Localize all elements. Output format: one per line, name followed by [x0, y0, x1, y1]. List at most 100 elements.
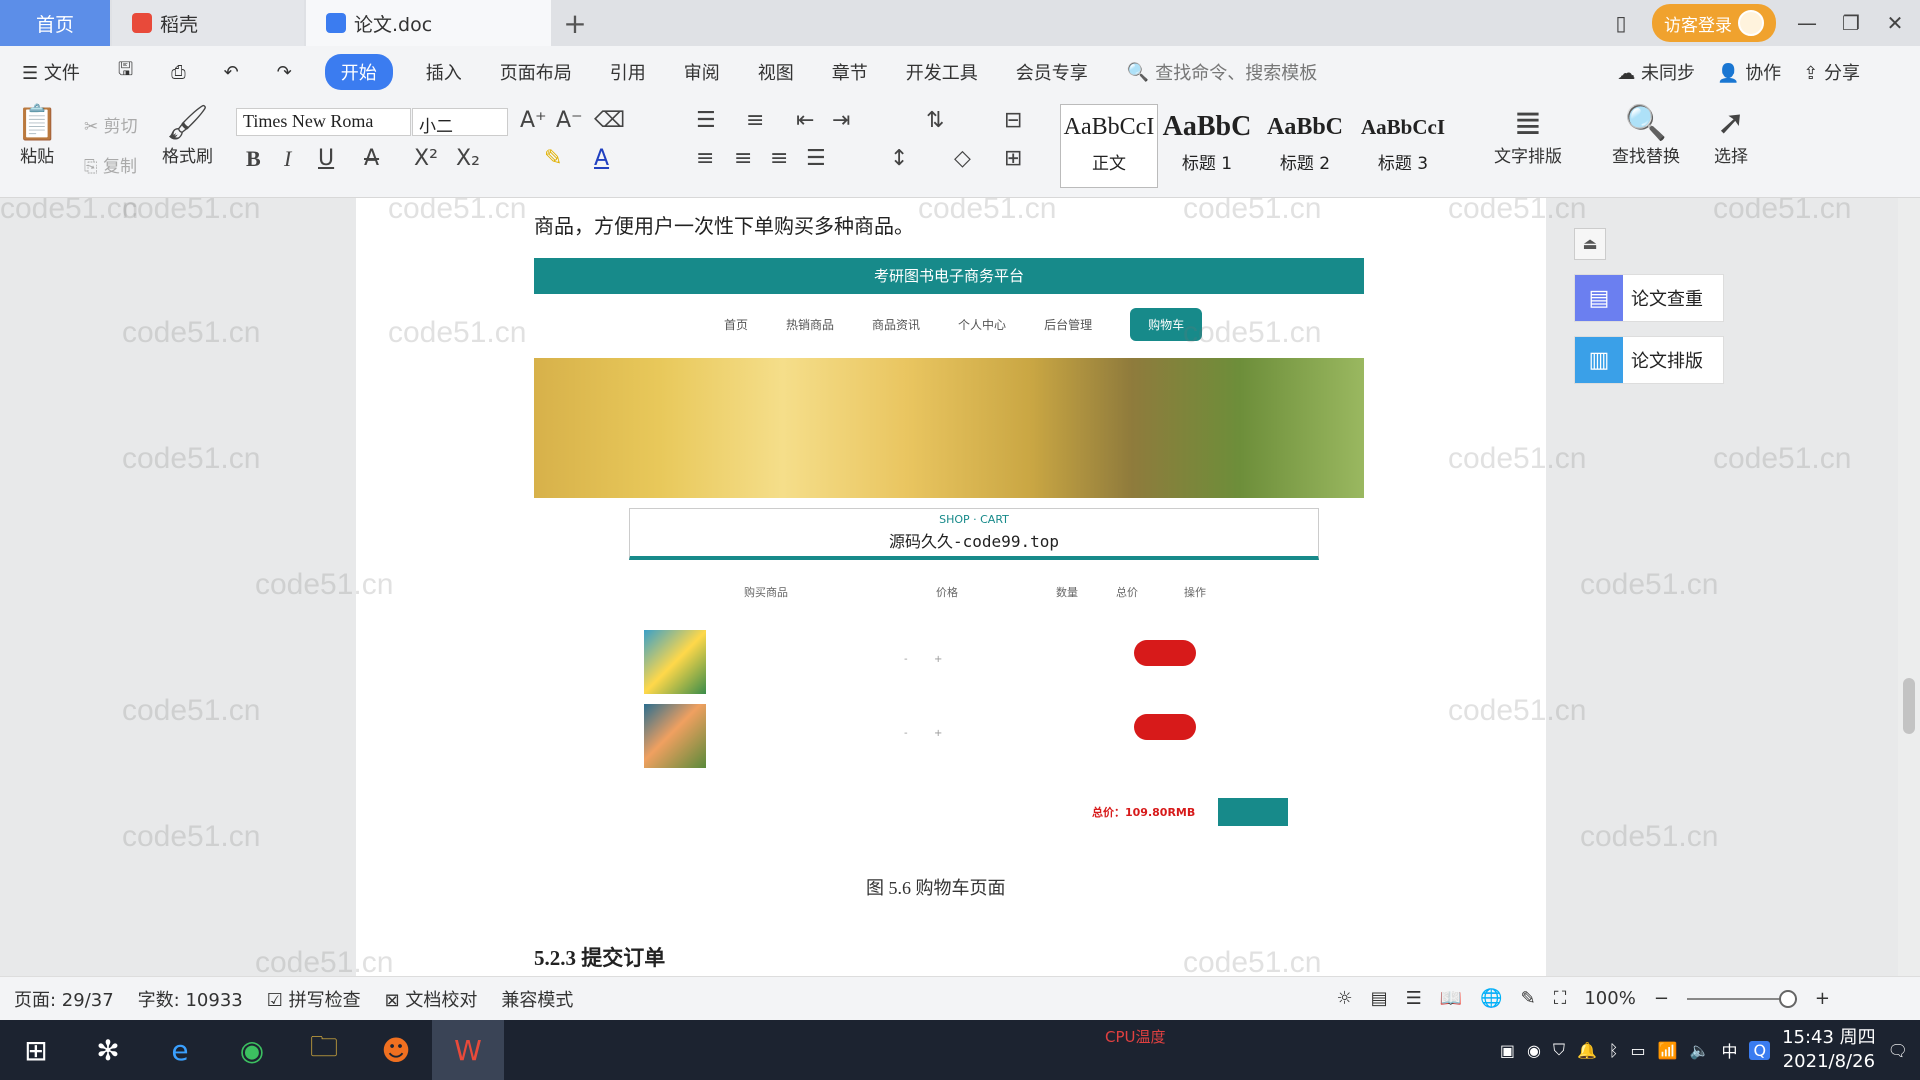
tab-daoke[interactable]: 稻壳 — [112, 0, 304, 46]
paper-check-button[interactable]: ▤ 论文查重 — [1574, 274, 1724, 322]
style-normal[interactable]: AaBbCcI 正文 — [1060, 104, 1158, 188]
vertical-scrollbar[interactable] — [1898, 198, 1920, 976]
underline-icon[interactable]: U — [318, 146, 334, 171]
menu-page-layout[interactable]: 页面布局 — [481, 59, 591, 85]
zoom-slider[interactable] — [1686, 989, 1797, 1008]
notification-center-icon[interactable]: 🗨 — [1888, 1041, 1908, 1060]
menu-references[interactable]: 引用 — [591, 59, 665, 85]
proofread-button[interactable]: ⊠ 文档校对 — [385, 986, 478, 1012]
eye-protection-icon[interactable]: ☼ — [1337, 988, 1353, 1009]
scrollbar-thumb[interactable] — [1903, 678, 1915, 734]
align-right-icon[interactable]: ≡ — [770, 146, 788, 171]
sort-icon[interactable]: ⇅ — [926, 108, 944, 133]
wps-icon[interactable]: W — [432, 1020, 504, 1080]
app-icon[interactable]: ☻ — [360, 1020, 432, 1080]
layout-toggle-icon[interactable]: ▯ — [1608, 11, 1634, 35]
volume-icon[interactable]: 🔈 — [1690, 1041, 1710, 1060]
indent-icon[interactable]: ⇥ — [832, 108, 850, 133]
style-heading3[interactable]: AaBbCcI 标题 3 — [1354, 104, 1452, 188]
format-painter-button[interactable]: 🖌 格式刷 — [162, 104, 213, 167]
menu-home[interactable]: 开始 — [324, 54, 393, 90]
menu-dev-tools[interactable]: 开发工具 — [887, 59, 997, 85]
bullet-list-icon[interactable]: ☰ — [696, 108, 716, 133]
bell-icon[interactable]: 🔔 — [1577, 1041, 1597, 1060]
menu-chapter[interactable]: 章节 — [813, 59, 887, 85]
menu-review[interactable]: 审阅 — [665, 59, 739, 85]
align-center-icon[interactable]: ≡ — [734, 146, 752, 171]
tab-home[interactable]: 首页 — [0, 0, 110, 46]
font-family-select[interactable]: Times New Roma — [236, 108, 411, 136]
font-color-icon[interactable]: A — [594, 146, 609, 171]
highlight-icon[interactable]: ✎ — [544, 146, 562, 171]
justify-icon[interactable]: ☰ — [806, 146, 826, 171]
spell-check-button[interactable]: ☑ 拼写检查 — [267, 986, 361, 1012]
select-button[interactable]: ➚ 选择 — [1714, 104, 1748, 167]
find-replace-button[interactable]: 🔍 查找替换 — [1612, 104, 1680, 167]
page-indicator[interactable]: 页面: 29/37 — [14, 986, 114, 1012]
font-size-select[interactable]: 小二 — [412, 108, 508, 137]
embedded-screenshot[interactable]: 考研图书电子商务平台 首页 热销商品 商品资讯 个人中心 后台管理 购物车 SH… — [534, 258, 1364, 858]
shading-icon[interactable]: ◇ — [954, 146, 971, 171]
copy-button[interactable]: ⎘ 复制 — [84, 152, 137, 177]
line-spacing-icon[interactable]: ↕ — [890, 146, 908, 171]
share-button[interactable]: ⇪ 分享 — [1803, 59, 1860, 85]
cpu-monitor-icon[interactable]: ▣ — [1500, 1041, 1515, 1060]
close-icon[interactable]: ✕ — [1882, 11, 1908, 35]
style-heading2[interactable]: AaBbC 标题 2 — [1256, 104, 1354, 188]
restore-icon[interactable]: ❐ — [1838, 11, 1864, 35]
shield-icon[interactable]: ⛉ — [1553, 1040, 1565, 1060]
subscript-icon[interactable]: X₂ — [456, 146, 480, 171]
undo-icon[interactable]: ↶ — [205, 62, 258, 83]
wifi-icon[interactable]: 📶 — [1658, 1041, 1678, 1060]
grow-font-icon[interactable]: A⁺ — [520, 108, 547, 133]
windows-start-icon[interactable]: ⊞ — [0, 1020, 72, 1080]
ime-indicator[interactable]: 中 — [1721, 1038, 1737, 1062]
border-icon[interactable]: ⊞ — [1004, 146, 1022, 171]
paste-button[interactable]: 📋 粘贴 — [16, 104, 58, 167]
pen-icon[interactable]: ✎ — [1521, 988, 1536, 1009]
cut-button[interactable]: ✂ 剪切 — [84, 112, 138, 137]
collapse-panel-icon[interactable]: ⏏ — [1574, 228, 1606, 260]
paper-format-button[interactable]: ▥ 论文排版 — [1574, 336, 1724, 384]
numbered-list-icon[interactable]: ≡ — [746, 108, 764, 133]
outline-view-icon[interactable]: ☰ — [1406, 988, 1422, 1009]
reading-view-icon[interactable]: 📖 — [1440, 988, 1462, 1009]
print-icon[interactable]: ⎙ — [152, 62, 204, 83]
file-explorer-icon[interactable]: 🗀 — [288, 1020, 360, 1080]
bold-icon[interactable]: B — [246, 146, 261, 172]
battery-icon[interactable]: ▭ — [1631, 1041, 1646, 1060]
clear-format-icon[interactable]: ⌫ — [594, 108, 625, 133]
sync-button[interactable]: ☁ 未同步 — [1617, 59, 1695, 85]
menu-view[interactable]: 视图 — [739, 59, 813, 85]
italic-icon[interactable]: I — [284, 146, 291, 172]
shrink-font-icon[interactable]: A⁻ — [556, 108, 583, 133]
zoom-level[interactable]: 100% — [1584, 988, 1635, 1009]
outdent-icon[interactable]: ⇤ — [796, 108, 814, 133]
document-page[interactable]: 商品，方便用户一次性下单购买多种商品。 考研图书电子商务平台 首页 热销商品 商… — [356, 198, 1546, 976]
menu-member[interactable]: 会员专享 — [997, 59, 1107, 85]
bluetooth-icon[interactable]: ᛒ — [1609, 1041, 1619, 1060]
fit-page-icon[interactable]: ⛶ — [1554, 988, 1567, 1009]
menu-insert[interactable]: 插入 — [407, 59, 481, 85]
zoom-slider-knob[interactable] — [1778, 989, 1797, 1008]
zoom-out-icon[interactable]: − — [1654, 988, 1669, 1009]
text-layout-button[interactable]: ≣ 文字排版 — [1494, 104, 1562, 167]
ruler-icon[interactable]: ⊟ — [1004, 108, 1022, 133]
command-search[interactable]: 🔍 查找命令、搜索模板 — [1127, 59, 1317, 85]
style-heading1[interactable]: AaBbC 标题 1 — [1158, 104, 1256, 188]
visitor-login-button[interactable]: 访客登录 — [1652, 4, 1776, 42]
align-left-icon[interactable]: ≡ — [696, 146, 714, 171]
web-view-icon[interactable]: 🌐 — [1480, 988, 1502, 1009]
minimize-icon[interactable]: — — [1794, 11, 1820, 35]
tray-app-icon[interactable]: ◉ — [1527, 1041, 1541, 1060]
word-count[interactable]: 字数: 10933 — [138, 986, 243, 1012]
system-clock[interactable]: 15:43 周四 2021/8/26 — [1782, 1026, 1876, 1074]
menu-file[interactable]: ☰ 文件 — [0, 59, 99, 85]
new-tab-button[interactable]: + — [551, 0, 599, 46]
zoom-in-icon[interactable]: + — [1815, 988, 1830, 1009]
pinwheel-app-icon[interactable]: ✻ — [72, 1020, 144, 1080]
page-view-icon[interactable]: ▤ — [1371, 988, 1388, 1009]
input-method-icon[interactable]: Q — [1749, 1040, 1771, 1060]
collaborate-button[interactable]: 👤 协作 — [1717, 59, 1781, 85]
superscript-icon[interactable]: X² — [414, 146, 438, 171]
